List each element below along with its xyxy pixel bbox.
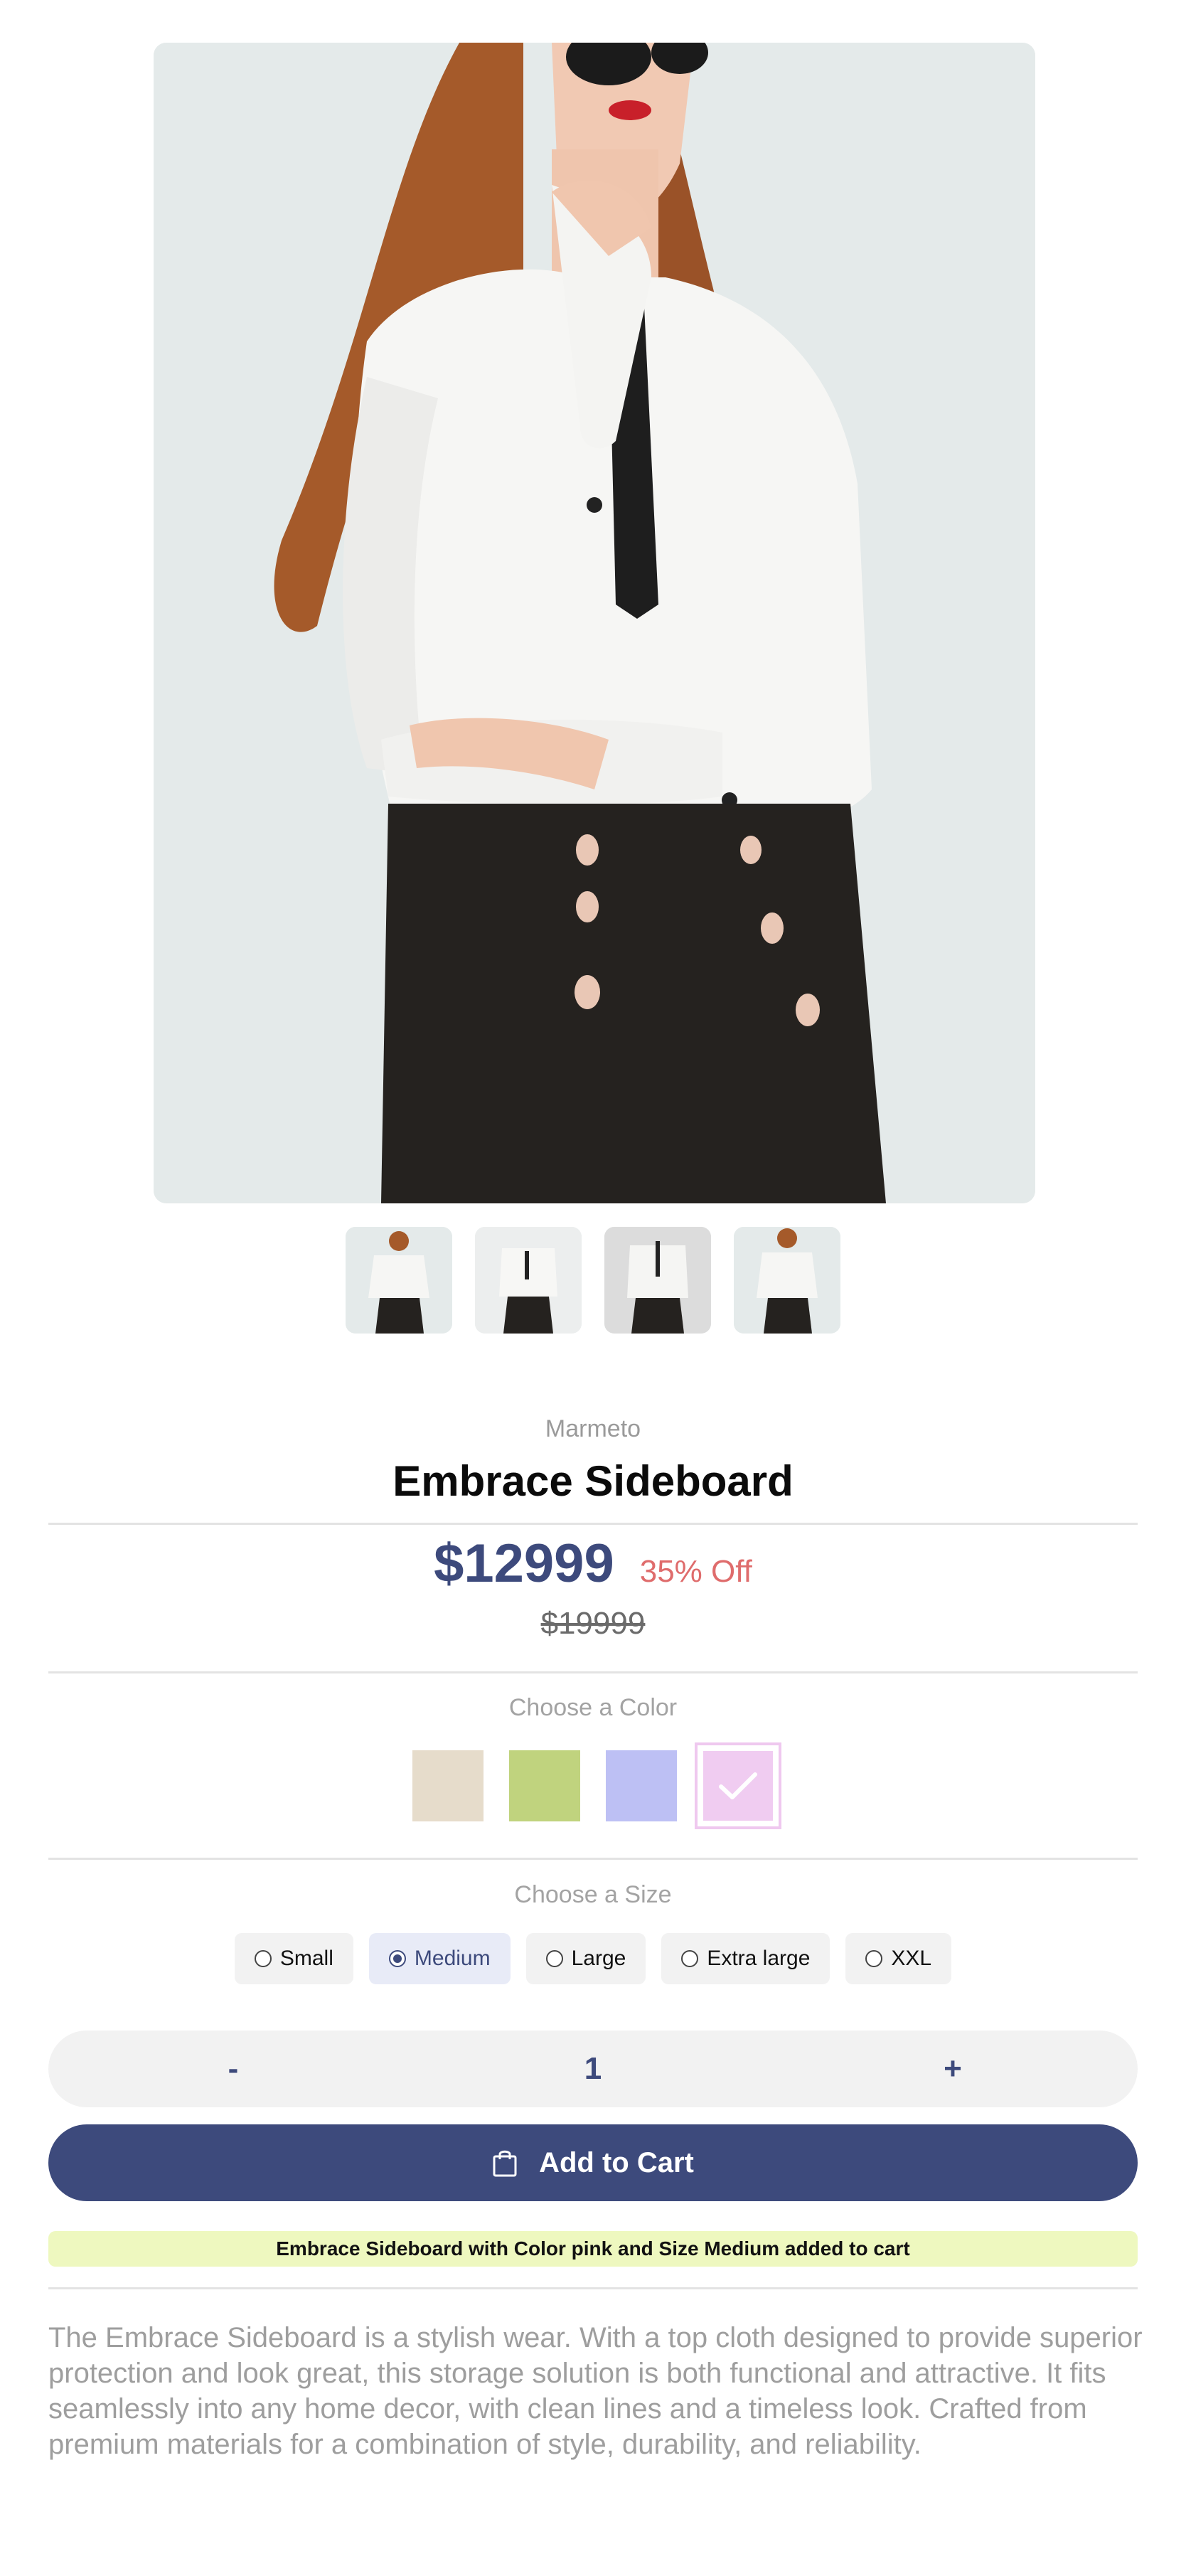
product-page: Marmeto Embrace Sideboard $12999 35% Off… xyxy=(0,0,1186,2576)
woman-in-white-blouse-photo xyxy=(154,43,1035,1203)
thumbnail-1[interactable] xyxy=(346,1227,452,1334)
size-option-label: Large xyxy=(571,1947,626,1970)
color-swatch-green[interactable] xyxy=(509,1750,580,1821)
size-option-small[interactable]: Small xyxy=(234,1933,353,1984)
size-option-label: Extra large xyxy=(707,1947,811,1970)
quantity-increase-button[interactable]: + xyxy=(768,2031,1138,2107)
shopping-bag-icon xyxy=(493,2150,517,2177)
size-option-xxl[interactable]: XXL xyxy=(845,1933,952,1984)
thumbnail-4[interactable] xyxy=(734,1227,840,1334)
product-price: $12999 xyxy=(434,1533,614,1594)
radio-icon xyxy=(865,1950,883,1967)
size-options: Small Medium Large Extra large XXL xyxy=(0,1933,1186,1984)
radio-icon xyxy=(681,1950,699,1967)
cart-notice: Embrace Sideboard with Color pink and Si… xyxy=(48,2231,1138,2267)
thumbnail-3[interactable] xyxy=(604,1227,711,1334)
swatch-fill xyxy=(412,1750,484,1821)
compare-at-price: $19999 xyxy=(540,1606,646,1641)
color-label: Choose a Color xyxy=(508,1694,678,1721)
size-option-medium[interactable]: Medium xyxy=(368,1933,511,1984)
product-description: The Embrace Sideboard is a stylish wear.… xyxy=(48,2322,1143,2460)
radio-icon xyxy=(254,1950,272,1967)
thumbnail-strip xyxy=(0,1227,1186,1334)
size-option-label: Small xyxy=(279,1947,333,1970)
product-vendor: Marmeto xyxy=(545,1415,641,1442)
swatch-fill xyxy=(509,1750,580,1821)
checkmark-icon xyxy=(719,1772,757,1799)
discount-badge: 35% Off xyxy=(639,1554,752,1589)
product-main-image xyxy=(154,43,1035,1203)
divider xyxy=(48,2287,1138,2289)
quantity-value[interactable]: 1 xyxy=(584,2051,602,2087)
divider xyxy=(48,1858,1138,1860)
color-swatch-blue[interactable] xyxy=(606,1750,677,1821)
price-row: $12999 35% Off xyxy=(0,1533,1186,1595)
swatch-fill xyxy=(606,1750,677,1821)
color-swatch-pink[interactable] xyxy=(695,1742,781,1829)
divider xyxy=(48,1671,1138,1673)
size-option-label: XXL xyxy=(891,1947,932,1970)
radio-selected-icon xyxy=(388,1950,406,1967)
size-option-large[interactable]: Large xyxy=(525,1933,646,1984)
add-to-cart-button[interactable]: Add to Cart xyxy=(48,2124,1138,2201)
size-label: Choose a Size xyxy=(514,1881,672,1908)
add-to-cart-label: Add to Cart xyxy=(539,2146,694,2178)
size-option-extra-large[interactable]: Extra large xyxy=(661,1933,830,1984)
thumbnail-2[interactable] xyxy=(475,1227,582,1334)
divider xyxy=(48,1523,1138,1525)
quantity-decrease-button[interactable]: - xyxy=(48,2031,418,2107)
size-option-label: Medium xyxy=(414,1947,491,1970)
product-title: Embrace Sideboard xyxy=(392,1457,794,1505)
quantity-stepper: - 1 + xyxy=(48,2031,1138,2107)
color-swatch-beige[interactable] xyxy=(412,1750,484,1821)
color-swatches xyxy=(0,1742,1186,1829)
radio-icon xyxy=(545,1950,563,1967)
